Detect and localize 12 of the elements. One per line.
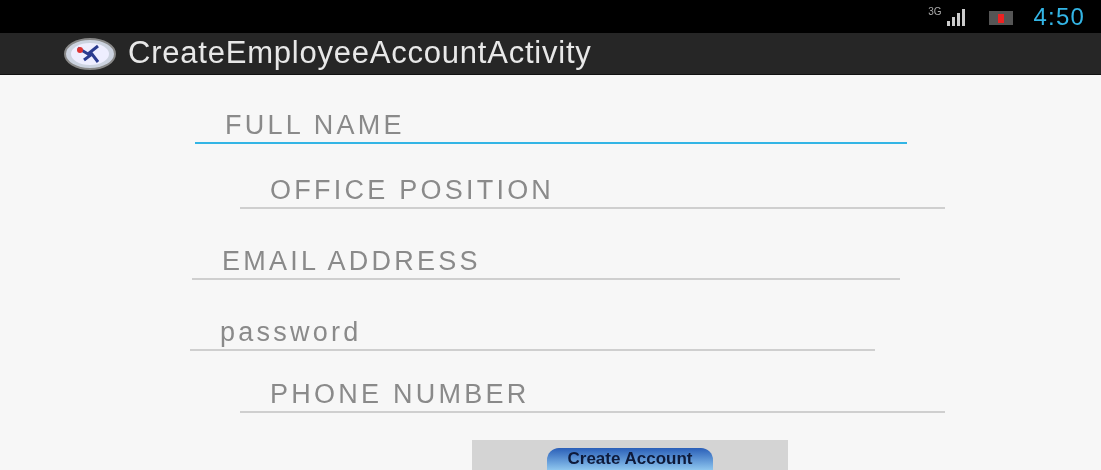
screen-title: CreateEmployeeAccountActivity — [128, 34, 592, 73]
network-type: 3G — [928, 5, 942, 19]
text-field[interactable]: FULL NAME — [195, 109, 907, 144]
text-field[interactable]: password — [190, 316, 875, 351]
battery-icon — [989, 8, 1014, 25]
create-account-button[interactable]: Create Account — [472, 440, 788, 470]
text-field[interactable]: OFFICE POSITION — [240, 174, 945, 209]
signal-icon — [945, 7, 966, 26]
text-field[interactable]: PHONE NUMBER — [240, 378, 945, 413]
app-logo-icon — [64, 37, 116, 70]
text-field[interactable]: EMAIL ADDRESS — [192, 245, 900, 280]
clock: 4:50 — [1033, 1, 1085, 32]
